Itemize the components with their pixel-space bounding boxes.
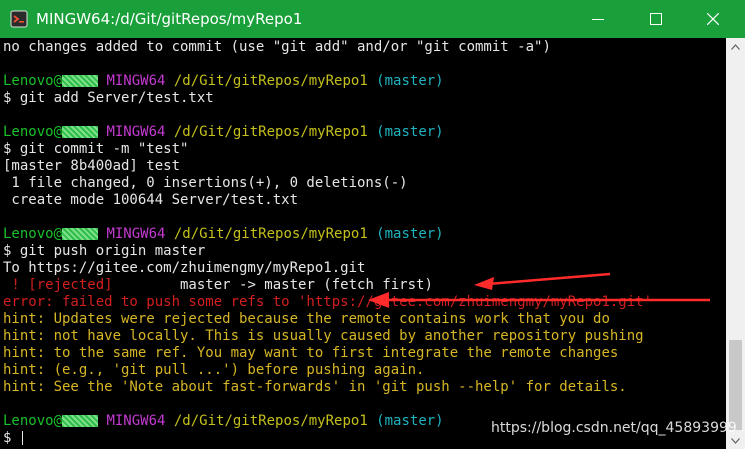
terminal-text: (master)	[367, 124, 444, 140]
terminal-line: Lenovo@ MINGW64 /d/Git/gitRepos/myRepo1 …	[3, 124, 444, 141]
terminal-text: MINGW64	[98, 73, 166, 89]
terminal-text: [master 8b400ad] test	[3, 158, 181, 174]
terminal-text: Lenovo@	[3, 73, 63, 89]
terminal-line: hint: Updates were rejected because the …	[3, 311, 610, 328]
terminal-text: $	[3, 430, 20, 446]
terminal-text: /d/Git/gitRepos/myRepo1	[165, 226, 368, 242]
terminal-text: MINGW64	[98, 413, 166, 429]
terminal-text: hint: (e.g., 'git pull ...') before push…	[3, 362, 425, 378]
terminal-text: hint: not have locally. This is usually …	[3, 328, 644, 344]
terminal-text: Lenovo@	[3, 413, 63, 429]
terminal-line: 1 file changed, 0 insertions(+), 0 delet…	[3, 175, 408, 192]
terminal-text: $ git commit -m "test"	[3, 141, 189, 157]
maximize-icon	[650, 13, 662, 25]
watermark: https://blog.csdn.net/qq_45893999	[491, 420, 737, 436]
terminal-text: ! [rejected]	[3, 277, 113, 293]
terminal-line: create mode 100644 Server/test.txt	[3, 192, 298, 209]
terminal-text: (master)	[367, 413, 444, 429]
terminal-line: Lenovo@ MINGW64 /d/Git/gitRepos/myRepo1 …	[3, 226, 444, 243]
terminal-line: hint: (e.g., 'git pull ...') before push…	[3, 362, 424, 379]
terminal-text: 1 file changed, 0 insertions(+), 0 delet…	[3, 175, 408, 191]
chevron-up-icon	[731, 43, 740, 50]
terminal-text: (master)	[367, 226, 444, 242]
terminal-text: hint: Updates were rejected because the …	[3, 311, 610, 327]
redacted-hostname	[62, 75, 99, 87]
close-button[interactable]	[690, 0, 736, 38]
terminal-text: MINGW64	[98, 124, 166, 140]
terminal-line: Lenovo@ MINGW64 /d/Git/gitRepos/myRepo1 …	[3, 413, 444, 430]
text-cursor	[21, 431, 23, 445]
terminal-text: master -> master (fetch first)	[112, 277, 433, 293]
terminal-text: no changes added to commit (use "git add…	[3, 39, 551, 55]
terminal-text: Lenovo@	[3, 124, 63, 140]
terminal-text: create mode 100644 Server/test.txt	[3, 192, 299, 208]
terminal-text: error: failed to push some refs to 'http…	[3, 294, 653, 310]
vertical-scrollbar[interactable]	[726, 38, 745, 449]
window-title: MINGW64:/d/Git/gitRepos/myRepo1	[36, 10, 303, 28]
terminal-text: $ git add Server/test.txt	[3, 90, 214, 106]
terminal-text: (master)	[367, 73, 444, 89]
close-icon	[707, 13, 719, 25]
terminal-text: MINGW64	[98, 226, 166, 242]
terminal-text: $ git push origin master	[3, 243, 206, 259]
redacted-hostname	[62, 228, 99, 240]
terminal-window: MINGW64:/d/Git/gitRepos/myRepo1 no chang…	[0, 0, 745, 449]
terminal-line: To https://gitee.com/zhuimengmy/myRepo1.…	[3, 260, 365, 277]
redacted-hostname	[62, 415, 99, 427]
terminal-text: Lenovo@	[3, 226, 63, 242]
terminal-line: no changes added to commit (use "git add…	[3, 39, 551, 56]
minimize-icon	[592, 19, 604, 20]
title-bar[interactable]: MINGW64:/d/Git/gitRepos/myRepo1	[0, 0, 745, 38]
scrollbar-thumb[interactable]	[729, 340, 742, 430]
chevron-down-icon	[731, 437, 740, 444]
scroll-up-button[interactable]	[726, 38, 745, 55]
terminal-text: /d/Git/gitRepos/myRepo1	[165, 73, 368, 89]
terminal-line: hint: See the 'Note about fast-forwards'…	[3, 379, 627, 396]
maximize-button[interactable]	[633, 0, 679, 38]
terminal-line: Lenovo@ MINGW64 /d/Git/gitRepos/myRepo1 …	[3, 73, 444, 90]
redacted-hostname	[62, 126, 99, 138]
terminal-text: /d/Git/gitRepos/myRepo1	[165, 124, 368, 140]
terminal-text: hint: See the 'Note about fast-forwards'…	[3, 379, 627, 395]
terminal-line: [master 8b400ad] test	[3, 158, 180, 175]
terminal-text: /d/Git/gitRepos/myRepo1	[165, 413, 368, 429]
terminal-output[interactable]: no changes added to commit (use "git add…	[0, 38, 726, 449]
terminal-line: hint: not have locally. This is usually …	[3, 328, 644, 345]
terminal-line: error: failed to push some refs to 'http…	[3, 294, 652, 311]
git-bash-icon	[10, 10, 28, 28]
terminal-line: $ git commit -m "test"	[3, 141, 188, 158]
terminal-text: To https://gitee.com/zhuimengmy/myRepo1.…	[3, 260, 366, 276]
terminal-line: $ git add Server/test.txt	[3, 90, 214, 107]
terminal-line: ! [rejected] master -> master (fetch fir…	[3, 277, 433, 294]
terminal-line: $ git push origin master	[3, 243, 205, 260]
terminal-line: hint: to the same ref. You may want to f…	[3, 345, 618, 362]
terminal-line: $	[3, 430, 23, 447]
terminal-text: hint: to the same ref. You may want to f…	[3, 345, 619, 361]
minimize-button[interactable]	[575, 0, 621, 38]
